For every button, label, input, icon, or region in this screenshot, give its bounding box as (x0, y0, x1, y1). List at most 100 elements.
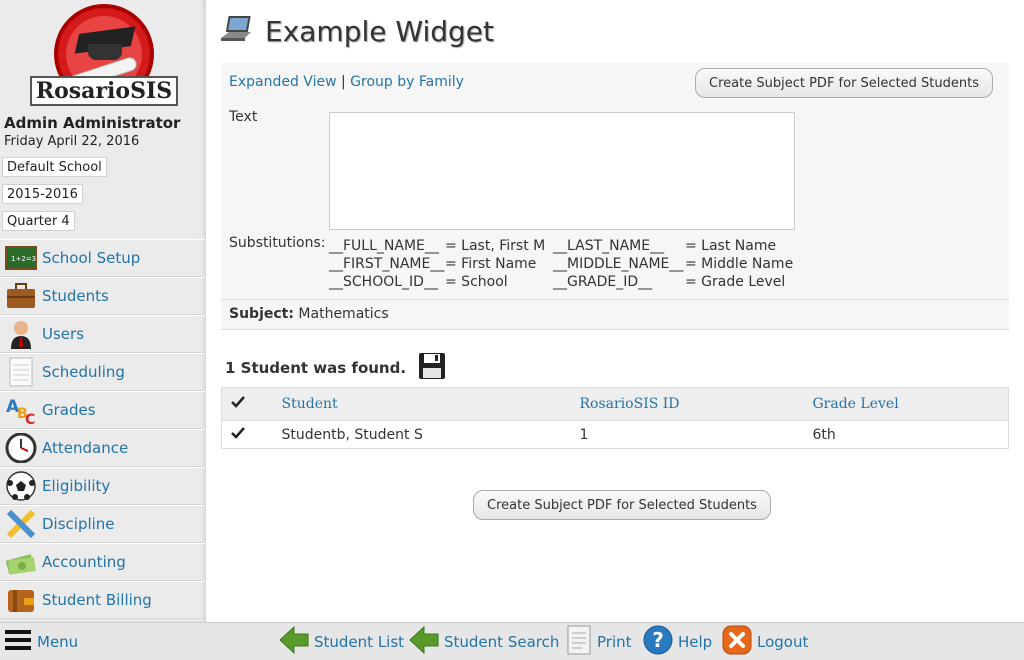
divider (221, 299, 1009, 300)
pencil-ruler-icon (4, 509, 37, 539)
sidebar-item-users[interactable]: Users (0, 315, 205, 353)
user-icon (4, 319, 37, 349)
svg-text:1+2=3: 1+2=3 (11, 255, 36, 263)
sidebar-item-label: Accounting (42, 553, 126, 571)
page-title: Example Widget (265, 14, 494, 48)
expanded-view-link[interactable]: Expanded View (229, 74, 337, 90)
print-label: Print (597, 633, 632, 651)
table-row: Studentb, Student S 1 6th (221, 420, 1009, 449)
user-name: Admin Administrator (4, 114, 181, 132)
substitution-meaning: = Last Name (685, 238, 777, 254)
substitution-meaning: = School (445, 274, 508, 290)
row-checkbox[interactable] (221, 420, 282, 449)
results-count: 1 Student was found. (225, 359, 407, 377)
logout-icon (722, 625, 752, 659)
clock-icon (4, 433, 37, 463)
substitution-code: __FIRST_NAME__ (329, 256, 445, 272)
substitutions-label: Substitutions: (229, 235, 326, 251)
logout-label: Logout (757, 633, 809, 651)
logout-link[interactable]: Logout (722, 623, 808, 660)
table-header-row: Student RosarioSIS ID Grade Level (221, 387, 1009, 421)
sidebar-item-label: Discipline (42, 515, 115, 533)
grade-level-cell: 6th (812, 420, 1009, 449)
notepad-icon (4, 357, 37, 387)
sidebar-item-attendance[interactable]: Attendance (0, 429, 205, 467)
briefcase-icon (4, 281, 37, 311)
results-summary: 1 Student was found. (225, 352, 446, 384)
substitution-code: __LAST_NAME__ (553, 238, 665, 254)
help-icon: ? (643, 625, 673, 659)
school-select[interactable]: Default School (2, 157, 107, 177)
chalkboard-icon: 1+2=3 (4, 243, 37, 273)
sidebar-item-school-setup[interactable]: 1+2=3 School Setup (0, 239, 205, 277)
graduation-cap-base (88, 44, 122, 60)
student-search-link[interactable]: Student Search (409, 623, 559, 660)
sidebar-item-eligibility[interactable]: Eligibility (0, 467, 205, 505)
menu-label: Menu (37, 633, 79, 651)
year-select[interactable]: 2015-2016 (2, 184, 83, 204)
help-label: Help (678, 633, 713, 651)
student-id-cell: 1 (579, 420, 813, 449)
select-all-checkbox[interactable] (221, 387, 282, 421)
text-label: Text (229, 109, 258, 125)
back-arrow-icon (279, 625, 309, 659)
help-link[interactable]: ? Help (643, 623, 712, 660)
column-header-student[interactable]: Student (281, 387, 580, 421)
sidebar-item-label: Student Billing (42, 591, 152, 609)
bottom-toolbar: Menu Student List Student Search Print ?… (0, 622, 1024, 660)
link-separator: | (340, 74, 346, 90)
sidebar-item-label: Attendance (42, 439, 129, 457)
create-pdf-button-bottom[interactable]: Create Subject PDF for Selected Students (473, 490, 771, 520)
sidebar-item-label: Users (42, 325, 85, 343)
page-header: Example Widget (221, 14, 494, 48)
print-icon (566, 625, 592, 659)
create-pdf-button-top[interactable]: Create Subject PDF for Selected Students (695, 68, 993, 98)
svg-text:C: C (25, 412, 35, 425)
sidebar-item-grades[interactable]: ABC Grades (0, 391, 205, 429)
group-by-family-link[interactable]: Group by Family (350, 74, 464, 90)
sidebar-item-label: Scheduling (42, 363, 125, 381)
sidebar-item-student-billing[interactable]: Student Billing (0, 581, 205, 619)
substitutions-table: __FULL_NAME__ = Last, First M __LAST_NAM… (329, 237, 793, 291)
main-content: Example Widget Expanded View | Group by … (207, 0, 1024, 622)
logo-text: RosarioSIS (30, 76, 178, 106)
widget-form-panel: Expanded View | Group by Family Create S… (221, 63, 1009, 330)
wallet-icon (4, 585, 37, 615)
sidebar-item-label: Students (42, 287, 109, 305)
substitution-meaning: = First Name (445, 256, 537, 272)
abc-icon: ABC (4, 395, 37, 425)
quarter-select[interactable]: Quarter 4 (2, 211, 75, 231)
app-logo[interactable]: RosarioSIS (0, 0, 205, 112)
sidebar-item-label: Eligibility (42, 477, 111, 495)
column-header-id[interactable]: RosarioSIS ID (579, 387, 813, 421)
menu-button[interactable]: Menu (4, 623, 78, 660)
student-list-label: Student List (314, 633, 405, 651)
results-table: Student RosarioSIS ID Grade Level Studen… (221, 387, 1009, 449)
current-date: Friday April 22, 2016 (4, 134, 140, 149)
sidebar: RosarioSIS Admin Administrator Friday Ap… (0, 0, 206, 622)
column-header-grade[interactable]: Grade Level (812, 387, 1009, 421)
substitution-code: __SCHOOL_ID__ (329, 274, 438, 290)
subject-row: Subject: Mathematics (229, 306, 389, 322)
student-list-link[interactable]: Student List (279, 623, 404, 660)
text-field[interactable] (329, 112, 795, 230)
substitution-meaning: = Last, First M (445, 238, 546, 254)
substitution-meaning: = Grade Level (685, 274, 786, 290)
module-menu: 1+2=3 School Setup Students Users Schedu… (0, 239, 205, 619)
save-icon[interactable] (418, 352, 446, 384)
substitution-code: __FULL_NAME__ (329, 238, 439, 254)
svg-text:?: ? (652, 628, 664, 652)
subject-label: Subject: (229, 306, 294, 322)
sidebar-item-label: Grades (42, 401, 96, 419)
substitution-meaning: = Middle Name (685, 256, 794, 272)
laptop-icon (221, 14, 255, 48)
sidebar-item-accounting[interactable]: Accounting (0, 543, 205, 581)
sidebar-item-discipline[interactable]: Discipline (0, 505, 205, 543)
soccer-ball-icon (4, 471, 37, 501)
substitution-code: __GRADE_ID__ (553, 274, 653, 290)
subject-value: Mathematics (298, 306, 389, 322)
sidebar-item-students[interactable]: Students (0, 277, 205, 315)
print-link[interactable]: Print (566, 623, 632, 660)
student-name-cell: Studentb, Student S (281, 420, 580, 449)
sidebar-item-scheduling[interactable]: Scheduling (0, 353, 205, 391)
